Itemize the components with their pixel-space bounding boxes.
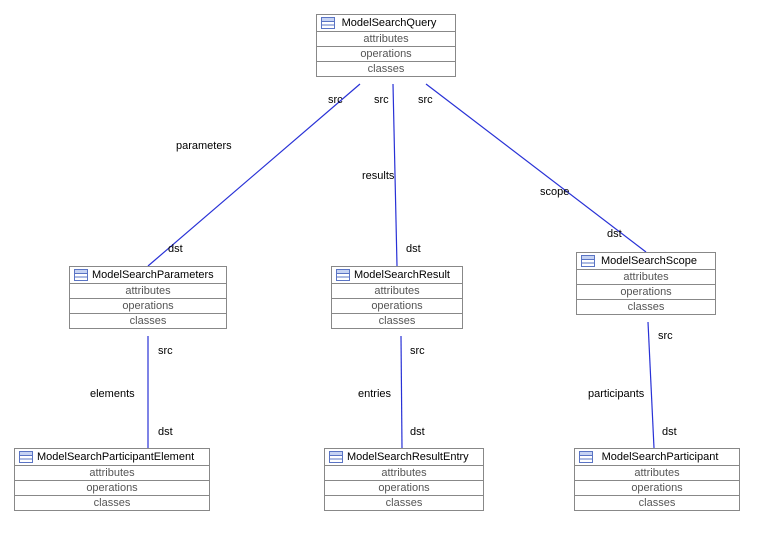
edge-dst-label: dst bbox=[406, 243, 421, 255]
uml-class-name: ModelSearchQuery bbox=[339, 17, 451, 29]
uml-class-name: ModelSearchResultEntry bbox=[347, 451, 481, 463]
class-icon bbox=[579, 451, 593, 463]
edge-name-label: elements bbox=[90, 388, 135, 400]
edge-dst-label: dst bbox=[158, 426, 173, 438]
class-icon bbox=[336, 269, 350, 281]
uml-attributes: attributes bbox=[15, 466, 209, 481]
uml-class-header: ModelSearchParticipantElement bbox=[15, 449, 209, 466]
uml-operations: operations bbox=[317, 47, 455, 62]
uml-class-name: ModelSearchParameters bbox=[92, 269, 226, 281]
uml-class-name: ModelSearchResult bbox=[354, 269, 462, 281]
uml-class-participant-element[interactable]: ModelSearchParticipantElement attributes… bbox=[14, 448, 210, 511]
uml-class-scope[interactable]: ModelSearchScope attributes operations c… bbox=[576, 252, 716, 315]
uml-attributes: attributes bbox=[575, 466, 739, 481]
class-icon bbox=[19, 451, 33, 463]
edge-name-label: parameters bbox=[176, 140, 232, 152]
uml-classes: classes bbox=[575, 496, 739, 510]
uml-attributes: attributes bbox=[332, 284, 462, 299]
uml-attributes: attributes bbox=[70, 284, 226, 299]
uml-class-header: ModelSearchResultEntry bbox=[325, 449, 483, 466]
uml-class-header: ModelSearchParameters bbox=[70, 267, 226, 284]
uml-class-header: ModelSearchResult bbox=[332, 267, 462, 284]
uml-class-participant[interactable]: ModelSearchParticipant attributes operat… bbox=[574, 448, 740, 511]
edge-src-label: src bbox=[328, 94, 343, 106]
uml-classes: classes bbox=[317, 62, 455, 76]
uml-class-header: ModelSearchQuery bbox=[317, 15, 455, 32]
uml-attributes: attributes bbox=[325, 466, 483, 481]
edge-dst-label: dst bbox=[168, 243, 183, 255]
uml-class-name: ModelSearchParticipantElement bbox=[37, 451, 206, 463]
edge-dst-label: dst bbox=[410, 426, 425, 438]
edge-src-label: src bbox=[410, 345, 425, 357]
edge-src-label: src bbox=[158, 345, 173, 357]
uml-classes: classes bbox=[325, 496, 483, 510]
edge-src-label: src bbox=[418, 94, 433, 106]
uml-classes: classes bbox=[70, 314, 226, 328]
uml-class-name: ModelSearchParticipant bbox=[597, 451, 735, 463]
uml-class-header: ModelSearchScope bbox=[577, 253, 715, 270]
uml-classes: classes bbox=[577, 300, 715, 314]
uml-classes: classes bbox=[332, 314, 462, 328]
uml-operations: operations bbox=[332, 299, 462, 314]
class-icon bbox=[74, 269, 88, 281]
uml-class-result[interactable]: ModelSearchResult attributes operations … bbox=[331, 266, 463, 329]
edge-dst-label: dst bbox=[607, 228, 622, 240]
uml-attributes: attributes bbox=[317, 32, 455, 47]
edge-dst-label: dst bbox=[662, 426, 677, 438]
edge-src-label: src bbox=[658, 330, 673, 342]
edge-name-label: participants bbox=[588, 388, 644, 400]
uml-operations: operations bbox=[15, 481, 209, 496]
uml-class-query[interactable]: ModelSearchQuery attributes operations c… bbox=[316, 14, 456, 77]
uml-classes: classes bbox=[15, 496, 209, 510]
uml-class-header: ModelSearchParticipant bbox=[575, 449, 739, 466]
edge-name-label: results bbox=[362, 170, 394, 182]
edge-src-label: src bbox=[374, 94, 389, 106]
uml-operations: operations bbox=[577, 285, 715, 300]
uml-attributes: attributes bbox=[577, 270, 715, 285]
class-icon bbox=[581, 255, 595, 267]
uml-class-name: ModelSearchScope bbox=[599, 255, 711, 267]
uml-operations: operations bbox=[325, 481, 483, 496]
edge-name-label: scope bbox=[540, 186, 569, 198]
class-icon bbox=[329, 451, 343, 463]
uml-class-parameters[interactable]: ModelSearchParameters attributes operati… bbox=[69, 266, 227, 329]
class-icon bbox=[321, 17, 335, 29]
uml-operations: operations bbox=[575, 481, 739, 496]
edge-name-label: entries bbox=[358, 388, 391, 400]
uml-class-result-entry[interactable]: ModelSearchResultEntry attributes operat… bbox=[324, 448, 484, 511]
uml-operations: operations bbox=[70, 299, 226, 314]
